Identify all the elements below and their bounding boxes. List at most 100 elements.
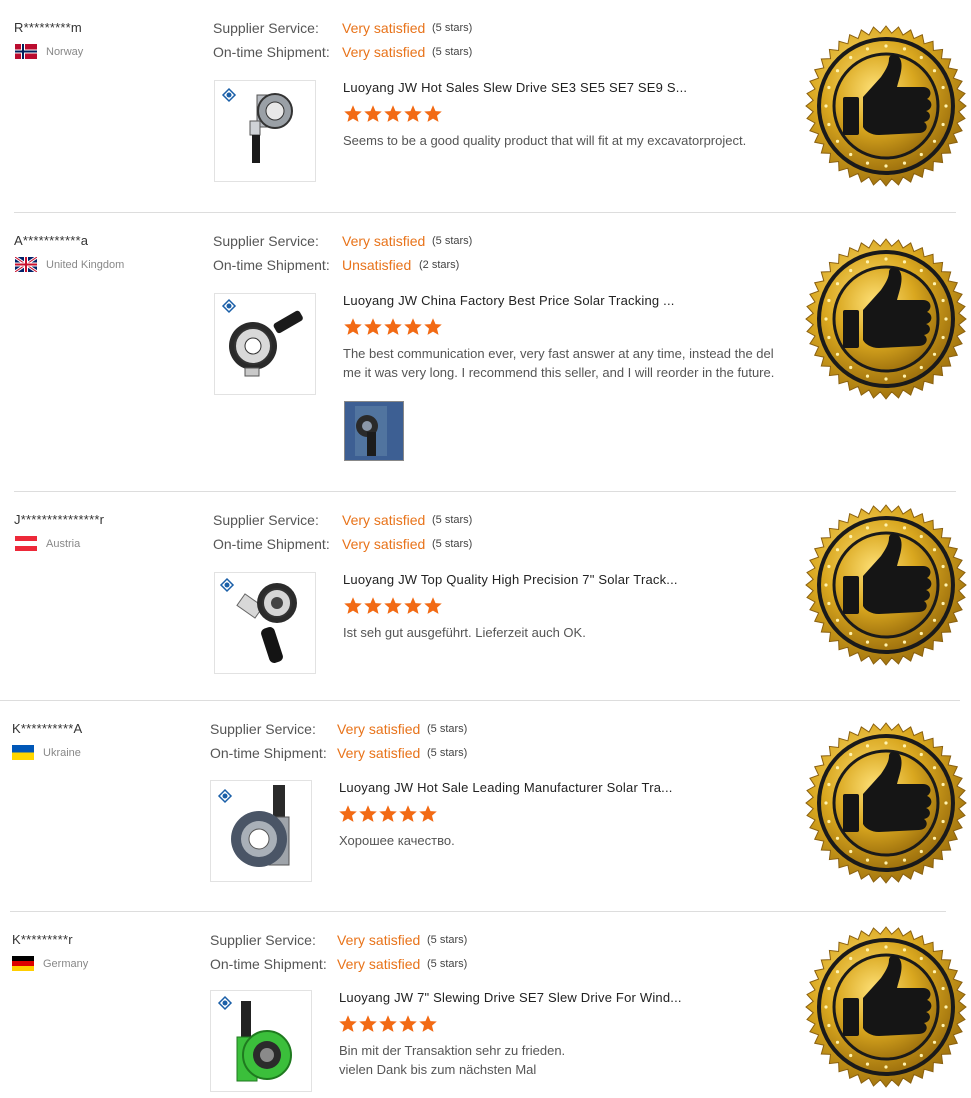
divider: [0, 700, 960, 701]
brand-logo-icon: [217, 788, 233, 804]
ontime-shipment-stars: (5 stars): [432, 46, 473, 58]
brand-logo-icon: [219, 577, 235, 593]
buyer-name: K*********r: [12, 932, 73, 947]
star-icon: [379, 1015, 397, 1032]
thumbs-up-badge-icon: [805, 25, 967, 187]
buyer-name: J***************r: [14, 512, 105, 527]
supplier-service-rating: Very satisfied: [342, 512, 426, 528]
star-icon: [364, 318, 382, 335]
ukraine-flag-icon: [12, 745, 34, 760]
product-thumbnail[interactable]: [214, 572, 316, 674]
product-title[interactable]: Luoyang JW China Factory Best Price Sola…: [343, 293, 675, 308]
product-title[interactable]: Luoyang JW Hot Sales Slew Drive SE3 SE5 …: [343, 80, 687, 95]
product-thumbnail[interactable]: [210, 780, 312, 882]
review-photo[interactable]: [344, 401, 404, 461]
star-icon: [344, 318, 362, 335]
norway-flag-icon: [15, 44, 37, 59]
star-icon: [419, 1015, 437, 1032]
product-thumbnail[interactable]: [210, 990, 312, 1092]
thumbs-up-badge-icon: [805, 926, 967, 1088]
star-icon: [404, 318, 422, 335]
buyer-country: United Kingdom: [15, 257, 124, 272]
supplier-service-stars: (5 stars): [432, 22, 473, 34]
star-rating: [343, 596, 443, 616]
star-icon: [339, 805, 357, 822]
ontime-shipment-label: On-time Shipment:: [213, 257, 330, 273]
product-thumbnail[interactable]: [214, 80, 316, 182]
product-title[interactable]: Luoyang JW Hot Sale Leading Manufacturer…: [339, 780, 673, 795]
star-icon: [419, 805, 437, 822]
country-name: Ukraine: [43, 746, 81, 759]
ontime-shipment-rating: Very satisfied: [337, 745, 421, 761]
review-comment: Bin mit der Transaktion sehr zu frieden.…: [339, 1043, 566, 1077]
star-icon: [364, 105, 382, 122]
supplier-service-stars: (5 stars): [432, 235, 473, 247]
divider: [14, 212, 956, 213]
supplier-service-label: Supplier Service:: [210, 721, 316, 737]
star-icon: [379, 805, 397, 822]
product-title[interactable]: Luoyang JW Top Quality High Precision 7"…: [343, 572, 678, 587]
review-comment: Seems to be a good quality product that …: [343, 133, 747, 148]
product-title[interactable]: Luoyang JW 7" Slewing Drive SE7 Slew Dri…: [339, 990, 682, 1005]
ontime-shipment-rating: Unsatisfied: [342, 257, 412, 273]
star-icon: [339, 1015, 357, 1032]
ontime-shipment-stars: (5 stars): [432, 538, 473, 550]
divider: [10, 911, 946, 912]
ontime-shipment-rating: Very satisfied: [337, 956, 421, 972]
buyer-country: Austria: [15, 536, 80, 551]
supplier-service-stars: (5 stars): [432, 514, 473, 526]
star-icon: [404, 597, 422, 614]
country-name: Germany: [43, 957, 89, 970]
supplier-service-rating: Very satisfied: [342, 20, 426, 36]
review-comment: Ist seh gut ausgeführt. Lieferzeit auch …: [343, 625, 586, 640]
supplier-service-stars: (5 stars): [427, 934, 468, 946]
star-icon: [424, 318, 442, 335]
star-icon: [404, 105, 422, 122]
ontime-shipment-label: On-time Shipment:: [210, 745, 327, 761]
product-thumbnail[interactable]: [214, 293, 316, 395]
star-icon: [359, 805, 377, 822]
star-rating: [343, 104, 443, 124]
austria-flag-icon: [15, 536, 37, 551]
star-icon: [384, 597, 402, 614]
supplier-service-label: Supplier Service:: [213, 233, 319, 249]
buyer-country: Ukraine: [12, 745, 81, 760]
star-icon: [399, 805, 417, 822]
star-icon: [364, 597, 382, 614]
star-rating: [338, 1014, 438, 1034]
supplier-service-stars: (5 stars): [427, 723, 468, 735]
star-rating: [338, 804, 438, 824]
buyer-name: A***********a: [14, 233, 89, 248]
country-name: Norway: [46, 45, 84, 58]
star-icon: [344, 597, 362, 614]
star-icon: [424, 105, 442, 122]
star-icon: [424, 597, 442, 614]
ontime-shipment-label: On-time Shipment:: [210, 956, 327, 972]
star-icon: [399, 1015, 417, 1032]
supplier-service-rating: Very satisfied: [337, 932, 421, 948]
supplier-service-label: Supplier Service:: [213, 512, 319, 528]
ontime-shipment-rating: Very satisfied: [342, 536, 426, 552]
star-rating: [343, 317, 443, 337]
star-icon: [384, 105, 402, 122]
thumbs-up-badge-icon: [805, 238, 967, 400]
buyer-name: K**********A: [12, 721, 83, 736]
star-icon: [384, 318, 402, 335]
brand-logo-icon: [221, 298, 237, 314]
ontime-shipment-label: On-time Shipment:: [213, 536, 330, 552]
buyer-country: Norway: [15, 44, 83, 59]
review-comment: The best communication ever, very fast a…: [343, 346, 775, 380]
star-icon: [359, 1015, 377, 1032]
star-icon: [344, 105, 362, 122]
germany-flag-icon: [12, 956, 34, 971]
buyer-name: R*********m: [14, 20, 82, 35]
supplier-service-label: Supplier Service:: [210, 932, 316, 948]
review-comment: Хорошее качество.: [339, 833, 455, 848]
uk-flag-icon: [15, 257, 37, 272]
ontime-shipment-rating: Very satisfied: [342, 44, 426, 60]
brand-logo-icon: [221, 87, 237, 103]
ontime-shipment-stars: (5 stars): [427, 958, 468, 970]
ontime-shipment-label: On-time Shipment:: [213, 44, 330, 60]
supplier-service-label: Supplier Service:: [213, 20, 319, 36]
thumbs-up-badge-icon: [805, 722, 967, 884]
